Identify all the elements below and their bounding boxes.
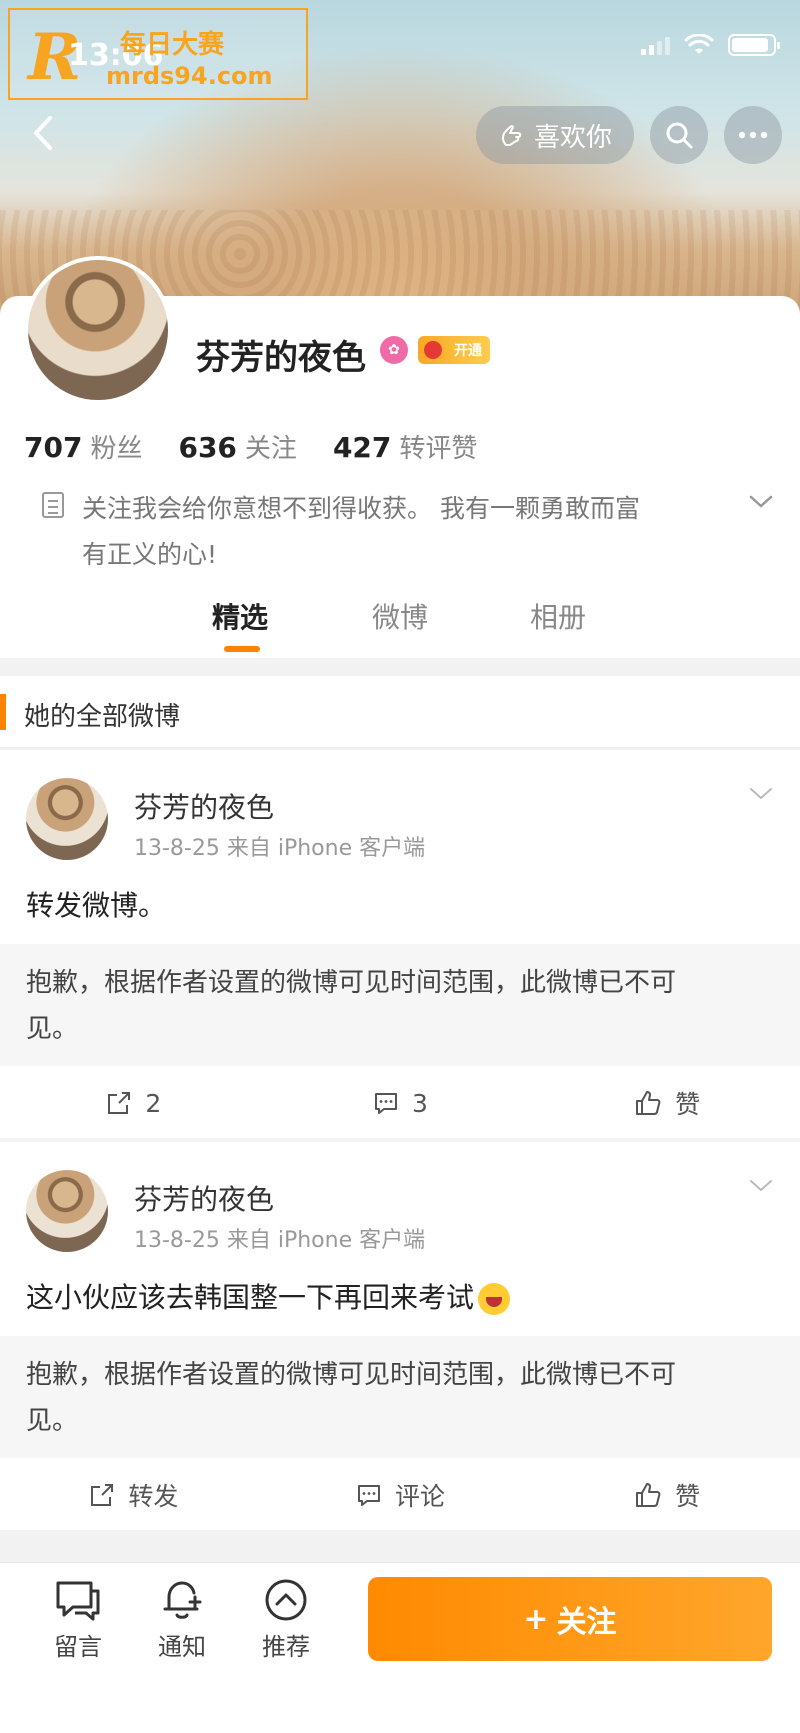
comment-button[interactable]: 3 — [267, 1068, 534, 1138]
message-icon — [56, 1581, 100, 1621]
bottom-action-bar: 留言 通知 推荐 + 关注 — [0, 1562, 800, 1733]
like-label: 赞 — [675, 1090, 701, 1119]
post-actions: 2 3 赞 — [0, 1068, 800, 1138]
thumbs-up-icon — [636, 1483, 661, 1507]
stat-fans[interactable]: 707 粉丝 — [24, 428, 142, 465]
chevron-up-circle-icon — [265, 1579, 307, 1621]
hand-heart-icon — [501, 125, 522, 146]
comment-label: 评论 — [395, 1482, 446, 1511]
profile-tabs: 精选 微博 相册 — [0, 596, 800, 656]
like-you-button[interactable]: 喜欢你 — [476, 106, 634, 164]
search-icon — [666, 122, 693, 149]
comment-button[interactable]: 评论 — [267, 1460, 534, 1530]
tab-weibo[interactable]: 微博 — [372, 596, 428, 636]
comment-icon — [375, 1093, 398, 1114]
post-text: 这小伙应该去韩国整一下再回来考试 — [26, 1276, 511, 1316]
post-author[interactable]: 芬芳的夜色 — [134, 1178, 274, 1218]
comment-count: 3 — [412, 1088, 428, 1118]
repost-label: 转发 — [128, 1482, 179, 1511]
thumbs-up-icon — [636, 1091, 661, 1115]
recommend-button[interactable]: 推荐 — [246, 1577, 326, 1662]
status-bar: R 13:06 每日大赛 mrds94.com — [0, 0, 800, 100]
message-button[interactable]: 留言 — [38, 1577, 118, 1662]
quoted-post-unavailable[interactable]: 抱歉，根据作者设置的微博可见时间范围，此微博已不可 见。 — [0, 944, 800, 1066]
chevron-down-icon[interactable] — [748, 786, 774, 802]
like-you-label: 喜欢你 — [533, 122, 612, 153]
post-actions: 转发 评论 赞 — [0, 1460, 800, 1530]
section-accent-bar — [0, 694, 6, 730]
repost-count: 2 — [145, 1088, 162, 1118]
vip-open-label: 开通 — [454, 343, 482, 359]
chevron-down-icon[interactable] — [748, 494, 774, 510]
notify-button[interactable]: 通知 — [142, 1577, 222, 1662]
post-avatar[interactable] — [26, 1170, 108, 1252]
like-label: 赞 — [675, 1482, 701, 1511]
notify-label: 通知 — [158, 1633, 206, 1661]
profile-name: 芬芳的夜色 — [196, 338, 366, 378]
section-header: 她的全部微博 — [0, 676, 800, 748]
feed-post[interactable]: 芬芳的夜色 13-8-25 来自 iPhone 客户端 转发微博。 抱歉，根据作… — [0, 750, 800, 1138]
post-text: 转发微博。 — [26, 889, 167, 922]
bell-plus-icon — [163, 1581, 202, 1619]
more-dots-icon — [738, 131, 768, 139]
like-button[interactable]: 赞 — [533, 1460, 800, 1530]
active-tab-indicator — [224, 646, 260, 652]
verified-badge-icon[interactable]: ✿ — [380, 336, 408, 364]
feed-post[interactable]: 芬芳的夜色 13-8-25 来自 iPhone 客户端 这小伙应该去韩国整一下再… — [0, 1142, 800, 1530]
post-author[interactable]: 芬芳的夜色 — [134, 786, 274, 826]
profile-bio: 关注我会给你意想不到得收获。 我有一颗勇敢而富 有正义的心! — [82, 494, 640, 569]
post-meta: 13-8-25 来自 iPhone 客户端 — [134, 1228, 426, 1253]
chevron-down-icon[interactable] — [748, 1178, 774, 1194]
repost-icon — [108, 1092, 131, 1114]
follow-button[interactable]: + 关注 — [368, 1577, 772, 1661]
status-icons — [641, 34, 780, 56]
profile-stats: 707 粉丝 636 关注 427 转评赞 — [24, 428, 477, 465]
watermark-text: 每日大赛 — [120, 30, 225, 60]
stat-following[interactable]: 636 关注 — [178, 428, 296, 465]
plus-icon: + — [523, 1601, 549, 1637]
back-arrow-icon[interactable] — [18, 108, 68, 158]
repost-icon — [91, 1484, 114, 1506]
tab-featured[interactable]: 精选 — [212, 596, 268, 636]
follow-label: 关注 — [556, 1605, 617, 1640]
profile-avatar[interactable] — [24, 256, 172, 404]
watermark-url: mrds94.com — [106, 62, 273, 90]
quoted-post-unavailable[interactable]: 抱歉，根据作者设置的微博可见时间范围，此微博已不可 见。 — [0, 1336, 800, 1458]
post-meta: 13-8-25 来自 iPhone 客户端 — [134, 836, 426, 861]
stat-interactions[interactable]: 427 转评赞 — [333, 428, 477, 465]
document-icon — [42, 492, 64, 518]
message-label: 留言 — [54, 1633, 102, 1661]
signal-icon — [641, 35, 670, 55]
wifi-icon — [684, 34, 714, 54]
recommend-label: 推荐 — [262, 1633, 310, 1661]
repost-button[interactable]: 2 — [0, 1068, 267, 1138]
repost-button[interactable]: 转发 — [0, 1460, 267, 1530]
laughing-emoji-icon — [478, 1283, 511, 1315]
vip-open-badge[interactable]: 开通 — [418, 336, 490, 364]
tab-album[interactable]: 相册 — [530, 596, 586, 636]
post-avatar[interactable] — [26, 778, 108, 860]
comment-icon — [358, 1485, 380, 1506]
more-button[interactable] — [724, 106, 782, 164]
watermark: R 13:06 每日大赛 mrds94.com — [8, 8, 308, 100]
search-button[interactable] — [650, 106, 708, 164]
battery-icon — [728, 34, 780, 56]
like-button[interactable]: 赞 — [533, 1068, 800, 1138]
section-title: 她的全部微博 — [24, 702, 181, 732]
